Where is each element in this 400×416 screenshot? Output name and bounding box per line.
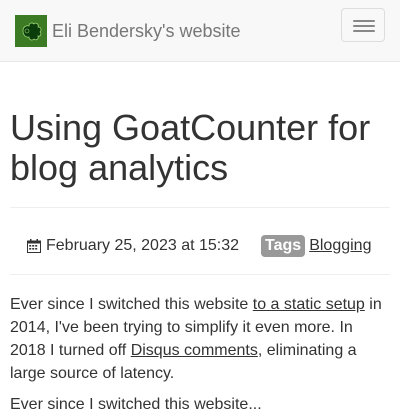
brand-title: Eli Bendersky's website (52, 20, 241, 41)
post-meta: February 25, 2023 at 15:32 Tags Blogging (27, 233, 371, 259)
menu-toggle-button[interactable] (341, 8, 385, 42)
mandelbrot-logo-icon (15, 15, 47, 47)
hamburger-menu-icon (353, 20, 375, 22)
hamburger-menu-icon-bar (353, 30, 375, 32)
hamburger-menu-icon-bar (353, 25, 375, 27)
paragraph-text: Ever since I switched this website (10, 296, 253, 313)
tag-link-blogging[interactable]: Blogging (309, 237, 371, 255)
tags-badge: Tags (261, 235, 306, 257)
brand-link[interactable]: Eli Bendersky's website (15, 15, 241, 47)
post-paragraph-partial: Ever since I switched this website... (10, 396, 262, 413)
navbar: Eli Bendersky's website (0, 0, 400, 62)
divider (10, 274, 390, 275)
post-paragraph: Ever since I switched this website to a … (10, 293, 392, 385)
static-setup-link[interactable]: to a static setup (253, 296, 365, 313)
disqus-comments-link[interactable]: Disqus comments (131, 342, 258, 359)
post-title: Using GoatCounter for blog analytics (10, 107, 371, 188)
divider (10, 207, 390, 208)
calendar-icon (27, 239, 41, 253)
post-date: February 25, 2023 at 15:32 (46, 237, 240, 254)
